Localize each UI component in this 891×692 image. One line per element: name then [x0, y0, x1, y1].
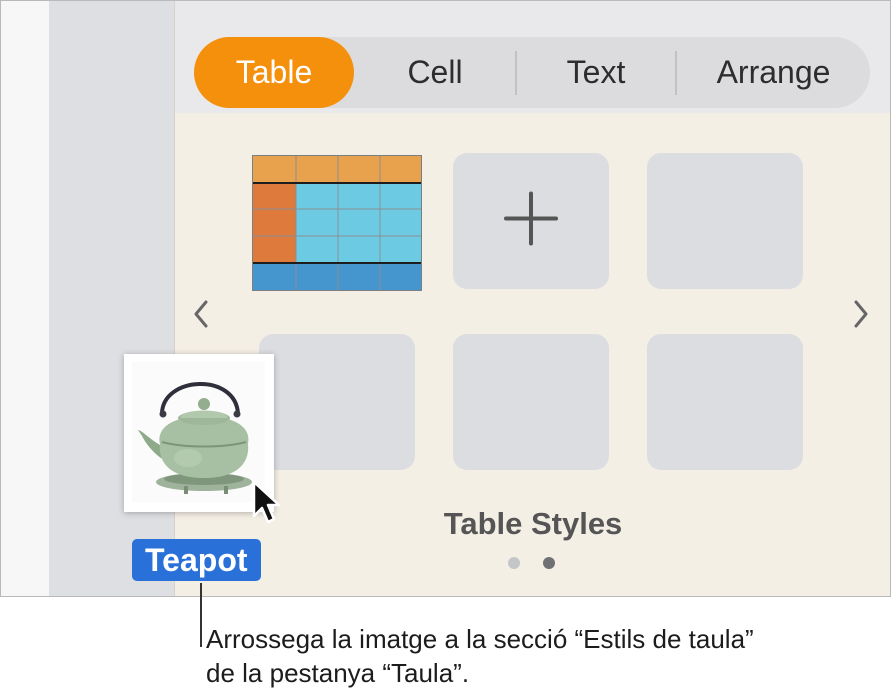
- page-dot[interactable]: [508, 557, 520, 569]
- tab-text[interactable]: Text: [517, 37, 675, 108]
- empty-style-slot[interactable]: [453, 334, 609, 470]
- plus-icon: [504, 191, 558, 251]
- section-title: Table Styles: [443, 506, 623, 541]
- table-style-thumbnail[interactable]: [252, 155, 422, 291]
- document-canvas-edge: [1, 1, 49, 596]
- format-tabs: Table Cell Text Arrange: [194, 37, 870, 108]
- empty-style-slot[interactable]: [647, 334, 803, 470]
- tab-arrange[interactable]: Arrange: [677, 37, 870, 108]
- drag-filename-label: Teapot: [132, 539, 261, 581]
- page-dot-active[interactable]: [543, 557, 555, 569]
- chevron-left-icon[interactable]: [192, 300, 210, 333]
- chevron-right-icon[interactable]: [852, 300, 870, 333]
- cursor-arrow-icon: [252, 480, 284, 531]
- caption-line-1: Arrossega la imatge a la secció “Estils …: [206, 624, 754, 654]
- add-table-style-button[interactable]: [453, 153, 609, 289]
- callout-line: [200, 583, 202, 647]
- empty-style-slot[interactable]: [259, 334, 415, 470]
- caption-line-2: de la pestanya “Taula”.: [206, 658, 470, 688]
- teapot-photo: [132, 362, 265, 502]
- empty-style-slot[interactable]: [647, 153, 803, 289]
- tab-table[interactable]: Table: [194, 37, 354, 108]
- caption: Arrossega la imatge a la secció “Estils …: [206, 622, 876, 690]
- tab-cell[interactable]: Cell: [354, 37, 516, 108]
